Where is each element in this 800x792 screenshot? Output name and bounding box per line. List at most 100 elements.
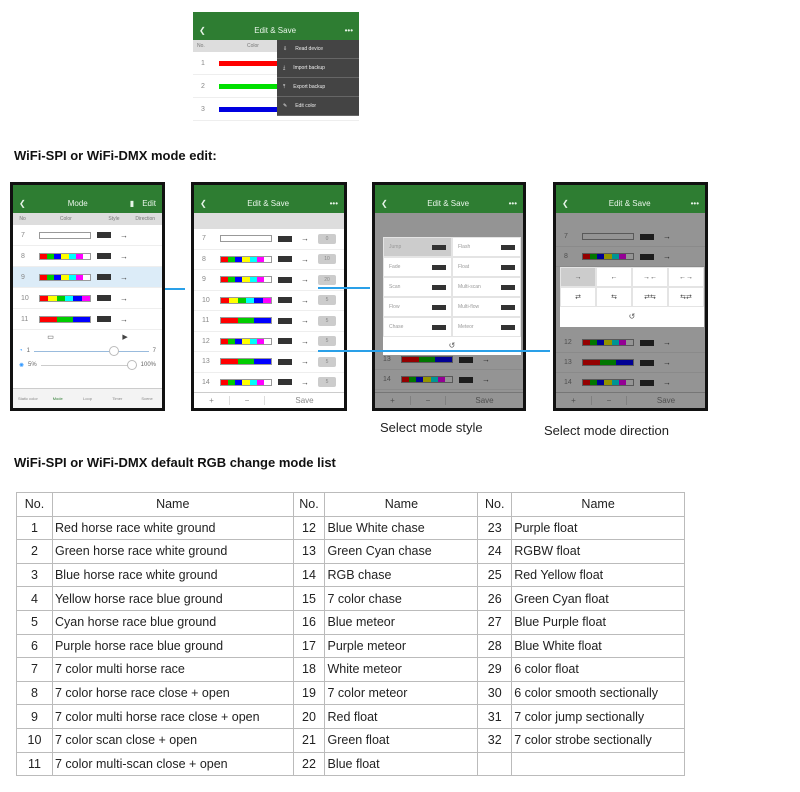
speed-value[interactable]: 5 [318,315,336,326]
tab-timer[interactable]: Timer [102,396,132,401]
direction-arrow-icon[interactable]: → [298,234,312,243]
speed-value[interactable]: 5 [318,336,336,347]
more-icon[interactable]: ••• [509,199,517,208]
direction-option[interactable]: ⇆⇄ [668,287,704,307]
style-option-meteor[interactable]: Meteor [452,317,521,337]
file-icon[interactable]: ▮ [130,199,134,208]
direction-option[interactable]: → [560,267,596,287]
direction-arrow-icon[interactable]: → [298,378,312,387]
style-option-float[interactable]: Float [452,257,521,277]
direction-arrow-icon[interactable]: → [298,275,312,284]
direction-arrow-icon[interactable]: → [117,231,131,240]
add-button[interactable]: + [194,396,229,405]
direction-arrow-icon[interactable]: → [298,296,312,305]
list-item[interactable]: 8 → 10 [194,250,344,270]
speed-value[interactable]: 5 [318,377,336,388]
mode-number: 27 [477,609,513,635]
style-option-flow[interactable]: Flow [383,297,452,317]
tab-mode[interactable]: Mode [43,396,73,401]
back-icon[interactable]: ❮ [200,199,207,208]
direction-option[interactable]: →← [632,267,668,287]
tab-static-color[interactable]: Static color [13,396,43,401]
direction-option[interactable]: ⇄⇆ [632,287,668,307]
speed-value[interactable]: 20 [318,274,336,285]
more-icon[interactable]: ••• [345,26,353,35]
menu-item[interactable]: ⤓ Import backup [277,59,359,78]
style-pattern-icon [501,264,515,270]
direction-arrow-icon[interactable]: → [117,315,131,324]
tab-loop[interactable]: Loop [73,396,103,401]
style-icon[interactable] [97,316,111,322]
direction-back-button[interactable]: ↺ [560,307,704,327]
direction-arrow-icon[interactable]: → [117,252,131,261]
list-item[interactable]: 14 → 5 [194,373,344,393]
direction-arrow-icon[interactable]: → [117,294,131,303]
list-item[interactable]: 11 → [13,309,162,330]
style-back-button[interactable]: ↺ [383,337,521,355]
list-item[interactable]: 10 → [13,288,162,309]
direction-option[interactable]: ⇆ [596,287,632,307]
style-icon[interactable] [97,253,111,259]
direction-arrow-icon[interactable]: → [298,316,312,325]
direction-option[interactable]: ←→ [668,267,704,287]
direction-option[interactable]: ⇄ [560,287,596,307]
style-option-multi-flow[interactable]: Multi-flow [452,297,521,317]
style-option-fade[interactable]: Fade [383,257,452,277]
list-item[interactable]: 7 → [13,225,162,246]
direction-arrow-icon[interactable]: → [298,357,312,366]
more-icon[interactable]: ••• [691,199,699,208]
direction-arrow-icon[interactable]: → [298,337,312,346]
speed-slider[interactable] [33,345,149,356]
list-item[interactable]: 11 → 5 [194,311,344,332]
menu-item[interactable]: ✎ Edit color [277,97,359,116]
list-item[interactable]: 7 → 0 [194,229,344,250]
edit-button[interactable]: Edit [142,199,156,208]
style-option-jump[interactable]: Jump [383,237,452,257]
style-icon[interactable] [278,256,292,263]
tab-scene[interactable]: Scene [132,396,162,401]
list-item[interactable]: 9 → [13,267,162,288]
style-option-multi-scan[interactable]: Multi-scan [452,277,521,297]
style-icon[interactable] [97,274,111,280]
menu-item[interactable]: ⤒ Export backup [277,78,359,97]
list-item[interactable]: 10 → 5 [194,291,344,311]
menu-item[interactable]: ⇩ Read device [277,40,359,59]
back-icon[interactable]: ❮ [381,199,388,208]
style-option-flash[interactable]: Flash [452,237,521,257]
direction-arrow-icon[interactable]: → [298,255,312,264]
screen-title: Edit & Save [254,25,297,35]
style-icon[interactable] [278,317,292,324]
style-option-scan[interactable]: Scan [383,277,452,297]
list-item[interactable]: 13 → 5 [194,352,344,373]
more-icon[interactable]: ••• [330,199,338,208]
speed-value[interactable]: 5 [318,295,336,306]
direction-option[interactable]: ← [596,267,632,287]
style-icon[interactable] [278,358,292,365]
style-icon[interactable] [278,276,292,283]
mode-number: 21 [292,727,326,753]
mode-name: RGB chase [324,562,479,588]
play-icon[interactable]: ▶ [122,333,127,341]
style-icon[interactable] [97,295,111,301]
save-button[interactable]: Save [264,396,344,405]
style-icon[interactable] [97,232,111,238]
list-item[interactable]: 8 → [13,246,162,267]
speed-value[interactable]: 0 [318,233,336,244]
brightness-slider[interactable] [40,359,137,370]
remove-button[interactable]: − [229,396,264,405]
back-icon[interactable]: ❮ [562,199,569,208]
back-icon[interactable]: ❮ [199,26,206,35]
style-icon[interactable] [278,338,292,345]
style-icon[interactable] [278,297,292,304]
style-pattern-icon [501,324,515,330]
style-option-chase[interactable]: Chase [383,317,452,337]
style-icon[interactable] [278,379,292,386]
direction-arrow-icon[interactable]: → [117,273,131,282]
mode-name: Green Cyan float [511,586,685,611]
speed-value[interactable]: 5 [318,356,336,367]
speed-value[interactable]: 10 [318,254,336,265]
style-icon[interactable] [278,235,292,242]
back-icon[interactable]: ❮ [19,199,26,208]
loop-icon[interactable]: ▭ [47,333,54,341]
list-item[interactable]: 12 → 5 [194,332,344,352]
